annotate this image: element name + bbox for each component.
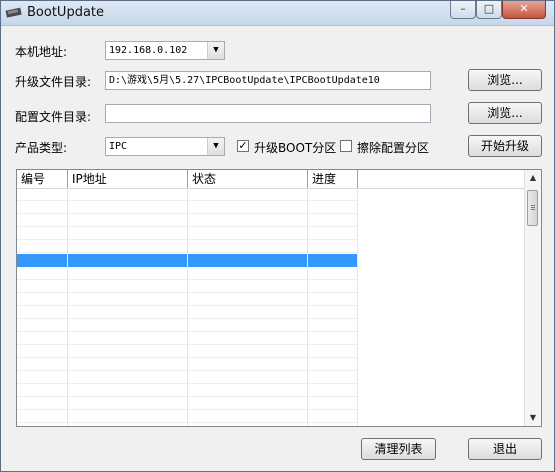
device-list[interactable]: 编号 IP地址 状态 进度 ▲ ▼ (16, 169, 542, 427)
chevron-down-icon[interactable]: ▼ (207, 42, 224, 59)
column-divider (307, 188, 308, 426)
column-header-status[interactable]: 状态 (188, 170, 308, 188)
app-window: BootUpdate – □ ✕ 本机地址: 192.168.0.102 ▼ 升… (0, 0, 555, 472)
start-upgrade-button[interactable]: 开始升级 (468, 135, 542, 157)
erase-config-checkbox[interactable] (340, 140, 352, 152)
ip-select[interactable]: 192.168.0.102 ▼ (105, 41, 225, 60)
column-divider (67, 188, 68, 426)
column-divider (357, 188, 358, 426)
ip-label: 本机地址: (15, 45, 68, 59)
upgrade-dir-input[interactable]: D:\游戏\5月\5.27\IPCBootUpdate\IPCBootUpdat… (105, 71, 431, 90)
config-dir-label: 配置文件目录: (15, 110, 92, 124)
scrollbar-thumb[interactable] (527, 190, 538, 226)
column-header-number[interactable]: 编号 (17, 170, 68, 188)
product-label: 产品类型: (15, 141, 68, 155)
list-header: 编号 IP地址 状态 进度 (17, 170, 527, 189)
browse-config-button[interactable]: 浏览... (468, 102, 542, 124)
scroll-down-icon[interactable]: ▼ (525, 410, 541, 426)
erase-config-label: 擦除配置分区 (357, 141, 430, 155)
app-icon (5, 5, 23, 19)
product-select[interactable]: IPC ▼ (105, 137, 225, 156)
clear-list-button[interactable]: 清理列表 (361, 438, 436, 460)
chevron-down-icon[interactable]: ▼ (207, 138, 224, 155)
vertical-scrollbar[interactable]: ▲ ▼ (524, 170, 541, 426)
scroll-up-icon[interactable]: ▲ (525, 170, 541, 186)
upgrade-boot-label: 升级BOOT分区 (254, 141, 337, 155)
exit-button[interactable]: 退出 (468, 438, 542, 460)
title-bar[interactable]: BootUpdate – □ ✕ (1, 1, 554, 26)
upgrade-boot-checkbox[interactable]: ✓ (237, 140, 249, 152)
column-header-ip[interactable]: IP地址 (68, 170, 188, 188)
minimize-button[interactable]: – (450, 1, 476, 19)
upgrade-dir-label: 升级文件目录: (15, 75, 92, 89)
column-header-progress[interactable]: 进度 (308, 170, 358, 188)
window-title: BootUpdate (27, 5, 105, 20)
config-dir-input[interactable] (105, 104, 431, 123)
ip-select-value: 192.168.0.102 (109, 45, 188, 56)
product-select-value: IPC (109, 141, 128, 152)
browse-upgrade-button[interactable]: 浏览... (468, 69, 542, 91)
column-divider (187, 188, 188, 426)
maximize-button[interactable]: □ (476, 1, 502, 19)
close-button[interactable]: ✕ (502, 1, 546, 19)
